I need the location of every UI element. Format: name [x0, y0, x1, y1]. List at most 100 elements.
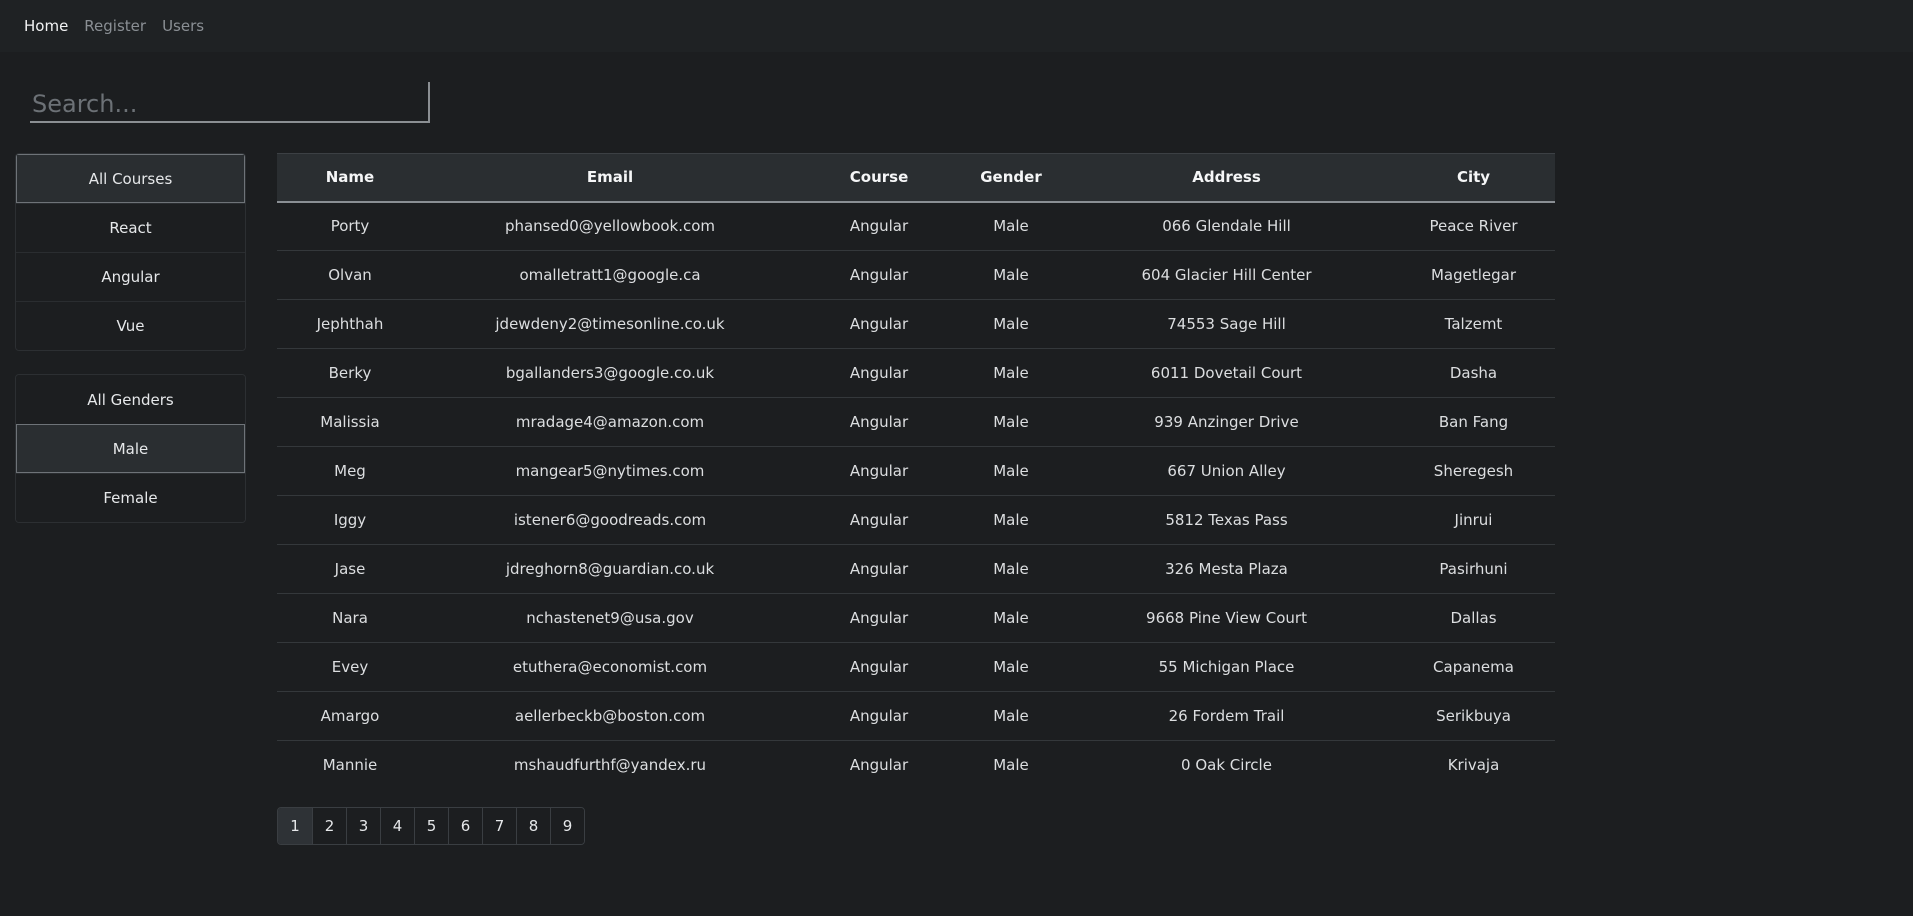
cell-address: 066 Glendale Hill — [1061, 201, 1392, 251]
table-row[interactable]: Evey etuthera@economist.com Angular Male 55 … — [277, 642, 1555, 692]
cell-city: Magetlegar — [1392, 250, 1555, 300]
cell-name: Olvan — [277, 250, 423, 300]
course-filter-vue[interactable]: Vue — [16, 301, 245, 350]
course-filter-angular[interactable]: Angular — [16, 252, 245, 301]
pagination: 123456789 — [277, 807, 585, 845]
page-button-6[interactable]: 6 — [448, 808, 482, 844]
cell-gender: Male — [961, 446, 1061, 496]
cell-address: 939 Anzinger Drive — [1061, 397, 1392, 447]
cell-address: 667 Union Alley — [1061, 446, 1392, 496]
cell-email: bgallanders3@google.co.uk — [423, 348, 797, 398]
navbar: Home Register Users — [0, 0, 1913, 52]
table-row[interactable]: Jase jdreghorn8@guardian.co.uk Angular Male… — [277, 544, 1555, 594]
page-button-2[interactable]: 2 — [312, 808, 346, 844]
cell-email: phansed0@yellowbook.com — [423, 201, 797, 251]
cell-email: jdreghorn8@guardian.co.uk — [423, 544, 797, 594]
cell-course: Angular — [797, 201, 961, 251]
nav-link-users[interactable]: Users — [162, 17, 204, 35]
table-header-row: Name Email Course Gender Address City — [277, 153, 1555, 202]
users-table-container: Name Email Course Gender Address City Po… — [277, 153, 1555, 790]
page-button-3[interactable]: 3 — [346, 808, 380, 844]
cell-course: Angular — [797, 593, 961, 643]
cell-course: Angular — [849, 756, 909, 775]
gender-filter-all[interactable]: All Genders — [16, 375, 245, 424]
gender-filter-male[interactable]: Male — [16, 424, 245, 473]
cell-gender: Male — [993, 756, 1029, 775]
cell-gender: Male — [961, 593, 1061, 643]
course-filter-react[interactable]: React — [16, 203, 245, 252]
table-row[interactable]: Malissia mradage4@amazon.com Angular Male 93… — [277, 397, 1555, 447]
page-button-5[interactable]: 5 — [414, 808, 448, 844]
cell-name: Berky — [277, 348, 423, 398]
table-row[interactable]: Porty phansed0@yellowbook.com Angular Male 0… — [277, 201, 1555, 251]
table-row[interactable]: Meg mangear5@nytimes.com Angular Male 667 Un… — [277, 446, 1555, 496]
page-button-8[interactable]: 8 — [516, 808, 550, 844]
cell-name: Nara — [277, 593, 423, 643]
table-row[interactable]: Jephthah jdewdeny2@timesonline.co.uk Angul… — [277, 299, 1555, 349]
cell-address: 55 Michigan Place — [1061, 642, 1392, 692]
cell-city: Serikbuya — [1392, 691, 1555, 741]
cell-course: Angular — [797, 446, 961, 496]
cell-course: Angular — [797, 348, 961, 398]
cell-address: 9668 Pine View Court — [1061, 593, 1392, 643]
cell-name: Jase — [277, 544, 423, 594]
cell-address: 5812 Texas Pass — [1061, 495, 1392, 545]
page-button-1[interactable]: 1 — [278, 808, 312, 844]
column-header-name[interactable]: Name — [277, 154, 423, 202]
cell-address: 6011 Dovetail Court — [1061, 348, 1392, 398]
table-row[interactable]: Olvan omalletratt1@google.ca Angular Male 60… — [277, 250, 1555, 300]
cell-name: Malissia — [277, 397, 423, 447]
cell-address: 604 Glacier Hill Center — [1061, 250, 1392, 300]
cell-address: 0 Oak Circle — [1181, 756, 1272, 775]
course-filter-list: All Courses React Angular Vue — [15, 153, 246, 351]
column-header-gender[interactable]: Gender — [961, 154, 1061, 202]
column-header-email[interactable]: Email — [423, 154, 797, 202]
cell-email: mradage4@amazon.com — [423, 397, 797, 447]
nav-link-home[interactable]: Home — [24, 17, 68, 35]
cell-city: Talzemt — [1392, 299, 1555, 349]
nav-link-register[interactable]: Register — [84, 17, 146, 35]
column-header-address[interactable]: Address — [1061, 154, 1392, 202]
cell-course: Angular — [797, 495, 961, 545]
cell-course: Angular — [797, 250, 961, 300]
column-header-course[interactable]: Course — [797, 154, 961, 202]
cell-gender: Male — [961, 544, 1061, 594]
table-body: Porty phansed0@yellowbook.com Angular Male 0… — [277, 201, 1555, 790]
gender-filter-female[interactable]: Female — [16, 473, 245, 522]
users-table: Name Email Course Gender Address City Po… — [277, 153, 1555, 790]
table-row[interactable]: Berky bgallanders3@google.co.uk Angular Mal… — [277, 348, 1555, 398]
cell-city: Dasha — [1392, 348, 1555, 398]
table-row[interactable]: Iggy istener6@goodreads.com Angular Male 581… — [277, 495, 1555, 545]
cell-name: Meg — [277, 446, 423, 496]
cell-name: Mannie — [322, 756, 378, 775]
page-button-9[interactable]: 9 — [550, 808, 584, 844]
cell-gender: Male — [961, 397, 1061, 447]
cell-city: Ban Fang — [1392, 397, 1555, 447]
search-container — [30, 82, 430, 123]
cell-gender: Male — [961, 691, 1061, 741]
gender-filter-list: All Genders Male Female — [15, 374, 246, 523]
cell-gender: Male — [961, 201, 1061, 251]
cell-email: nchastenet9@usa.gov — [423, 593, 797, 643]
cell-gender: Male — [961, 495, 1061, 545]
column-header-city[interactable]: City — [1392, 154, 1555, 202]
page-button-7[interactable]: 7 — [482, 808, 516, 844]
course-filter-all[interactable]: All Courses — [16, 154, 245, 203]
page-button-4[interactable]: 4 — [380, 808, 414, 844]
table-row[interactable]: Amargo aellerbeckb@boston.com Angular Male 2… — [277, 691, 1555, 741]
cell-email: istener6@goodreads.com — [423, 495, 797, 545]
cell-name: Amargo — [277, 691, 423, 741]
cell-course: Angular — [797, 691, 961, 741]
cell-name: Porty — [277, 201, 423, 251]
cell-name: Iggy — [277, 495, 423, 545]
cell-city: Peace River — [1392, 201, 1555, 251]
table-row[interactable]: Mannie mshaudfurthf@yandex.ru Angular Male 0… — [277, 741, 1555, 790]
cell-email: omalletratt1@google.ca — [423, 250, 797, 300]
cell-city: Pasirhuni — [1392, 544, 1555, 594]
cell-email: etuthera@economist.com — [423, 642, 797, 692]
cell-city: Krivaja — [1447, 756, 1500, 775]
search-input[interactable] — [30, 82, 430, 123]
cell-course: Angular — [797, 544, 961, 594]
cell-email: mshaudfurthf@yandex.ru — [513, 756, 707, 775]
table-row[interactable]: Nara nchastenet9@usa.gov Angular Male 9668 P… — [277, 593, 1555, 643]
